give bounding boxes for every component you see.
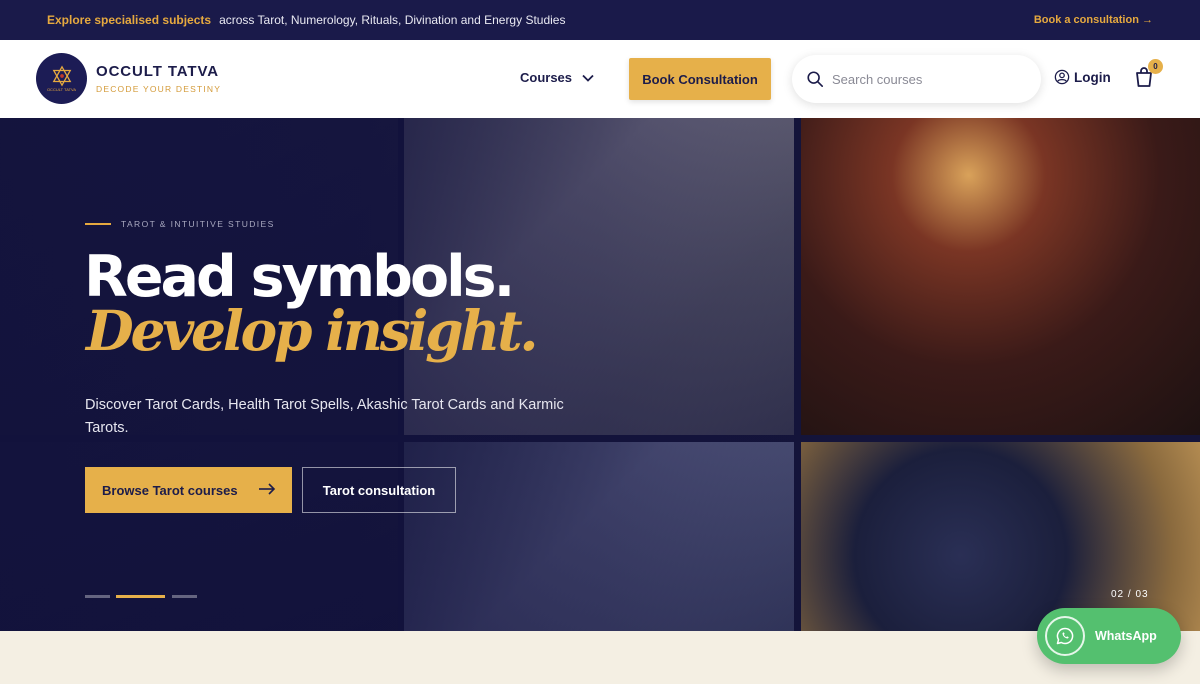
browse-tarot-courses-button[interactable]: Browse Tarot courses	[85, 467, 292, 513]
site-header: OCCULT TATVA OCCULT TATVA DECODE YOUR DE…	[0, 40, 1200, 118]
whatsapp-button[interactable]: WhatsApp	[1037, 608, 1181, 664]
whatsapp-icon	[1045, 616, 1085, 656]
announcement-bar: Explore specialised subjects across Taro…	[0, 0, 1200, 40]
cart-count-badge: 0	[1148, 59, 1163, 74]
slide-dot-2[interactable]	[116, 595, 165, 598]
slide-dot-3[interactable]	[172, 595, 197, 598]
slide-dot-1[interactable]	[85, 595, 110, 598]
browse-tarot-courses-label: Browse Tarot courses	[102, 482, 238, 498]
hero-image-candle-altar	[801, 118, 1200, 435]
chevron-down-icon	[582, 74, 594, 82]
eyebrow-text: TAROT & INTUITIVE STUDIES	[121, 219, 275, 229]
hero-description: Discover Tarot Cards, Health Tarot Spell…	[85, 397, 564, 436]
search-bar	[792, 55, 1041, 103]
slide-counter: 02 / 03	[1111, 589, 1149, 600]
whatsapp-label: WhatsApp	[1095, 629, 1157, 643]
tarot-consultation-button[interactable]: Tarot consultation	[302, 467, 456, 513]
user-circle-icon	[1054, 69, 1070, 85]
hero-banner: TAROT & INTUITIVE STUDIES Read symbols. …	[0, 118, 1200, 631]
login-label: Login	[1074, 69, 1111, 85]
logo-text: OCCULT TATVA	[46, 87, 77, 92]
book-consultation-button[interactable]: Book Consultation	[629, 58, 771, 100]
announcement-cta-link[interactable]: Book a consultation →	[1034, 14, 1153, 26]
announcement-message: across Tarot, Numerology, Rituals, Divin…	[219, 13, 566, 27]
nav-courses-dropdown[interactable]: Courses	[520, 70, 594, 85]
nav-courses-label: Courses	[520, 70, 573, 85]
eyebrow-line	[85, 223, 111, 225]
hero-image-star-book	[801, 442, 1200, 631]
brand[interactable]: OCCULT TATVA DECODE YOUR DESTINY	[96, 63, 221, 94]
search-icon	[807, 71, 824, 88]
logo[interactable]: OCCULT TATVA	[36, 53, 87, 104]
announcement-highlight: Explore specialised subjects	[47, 13, 212, 27]
hero-headline-accent: Develop insight.	[86, 298, 539, 363]
brand-tagline: DECODE YOUR DESTINY	[96, 84, 222, 94]
login-link[interactable]: Login	[1054, 69, 1111, 85]
hero-eyebrow: TAROT & INTUITIVE STUDIES	[85, 219, 275, 229]
brand-name: OCCULT TATVA	[96, 63, 219, 80]
search-input[interactable]	[832, 71, 1022, 87]
star-of-david-icon	[52, 65, 71, 87]
hero-overlay	[0, 118, 800, 631]
arrow-right-icon	[259, 483, 276, 495]
